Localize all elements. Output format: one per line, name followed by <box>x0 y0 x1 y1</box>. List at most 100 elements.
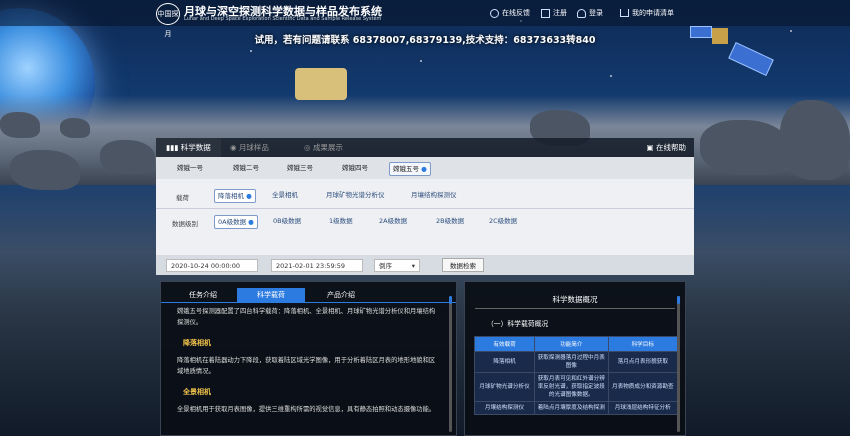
table-cell: 落月点月表形貌获取 <box>607 351 679 373</box>
level-option-2c[interactable]: 2C级数据 <box>486 215 520 227</box>
payload-option-descent-camera[interactable]: 降落相机 ● <box>214 189 256 203</box>
table-header: 功能简介 <box>534 336 609 352</box>
scrollbar[interactable] <box>677 296 680 432</box>
login-link[interactable]: 登录 <box>577 8 603 18</box>
scrollbar-thumb[interactable] <box>677 296 680 304</box>
rock-icon: ◉ <box>230 143 239 152</box>
mission-tab-ce5[interactable]: 嫦娥五号 ● <box>389 162 431 176</box>
scrollbar[interactable] <box>449 296 452 432</box>
order-value: 倒序 <box>379 262 392 270</box>
tab-task-intro[interactable]: 任务介绍 <box>175 288 231 302</box>
payload-option-regolith-radar[interactable]: 月壤结构探测仪 <box>408 189 460 201</box>
close-icon[interactable]: ● <box>248 218 254 226</box>
medal-icon: ◎ <box>304 143 313 152</box>
search-row: 2020-10-24 00:00:00 2021-02-01 23:59:59 … <box>156 255 694 275</box>
cart-link[interactable]: 我的申请清单 <box>620 8 674 18</box>
table-row: 月壤结构探测仪 着陆点月壤厚度及结构探测 月球浅层结构特征分析 <box>473 401 679 415</box>
level-option-0b[interactable]: 0B级数据 <box>270 215 304 227</box>
section-text-panoramic-camera: 全景相机用于获取月表图像，提供三维重构所需的视觉信息，具有静态拍照和动态摄像功能… <box>177 406 436 413</box>
level-option-2a[interactable]: 2A级数据 <box>376 215 410 227</box>
end-date-input[interactable]: 2021-02-01 23:59:59 <box>271 259 363 272</box>
rock <box>700 120 790 175</box>
table-row: 降落相机 获取探测器落月过程中月表图像 落月点月表形貌获取 <box>473 351 679 373</box>
globe-icon <box>490 8 499 18</box>
chevron-down-icon: ▾ <box>411 262 415 270</box>
intro-paragraph: 嫦娥五号探测器配置了四台科学载荷：降落相机、全景相机、月球矿物光谱分析仪和月壤结… <box>177 308 436 326</box>
rock <box>60 118 90 138</box>
section-text-descent-camera: 降落相机在着陆器动力下降段，获取着陆区域光学图像，用于分析着陆区月表的地形地貌和… <box>177 357 436 375</box>
mission-tabs: 嫦娥一号 嫦娥二号 嫦娥三号 嫦娥四号 嫦娥五号 ● <box>156 157 694 179</box>
table-cell: 获取月表可见和红外谱分辨率反射光谱，获取指定波段的光谱图像数据。 <box>534 372 609 402</box>
top-header: 中国探月 月球与深空探测科学数据与样品发布系统 Lunar and Deep S… <box>0 0 850 38</box>
cart-icon <box>620 9 629 17</box>
contact-info: 试用，若有问题请联系 68378007,68379139,技术支持：683736… <box>254 35 596 46</box>
tab-label: 科学数据 <box>180 143 211 152</box>
chart-icon: ▮▮▮ <box>166 143 181 152</box>
rock <box>10 150 80 190</box>
satellite-panel <box>728 41 774 77</box>
section-title-descent-camera: 降落相机 <box>183 339 211 347</box>
register-link[interactable]: 注册 <box>541 8 567 18</box>
feedback-link[interactable]: 在线反馈 <box>490 8 530 18</box>
register-label: 注册 <box>553 9 567 17</box>
mission-label: 嫦娥五号 <box>393 165 419 173</box>
payload-option-panoramic-camera[interactable]: 全景相机 <box>269 189 301 201</box>
user-icon <box>577 8 586 18</box>
option-label: 0A级数据 <box>218 218 247 226</box>
login-label: 登录 <box>589 9 603 17</box>
table-cell: 月表物质成分和资源勘查 <box>607 372 679 402</box>
tab-label: 成果展示 <box>312 143 343 152</box>
scrollbar-thumb[interactable] <box>449 296 452 304</box>
star <box>250 50 252 52</box>
divider <box>475 308 675 309</box>
table-header: 科学目标 <box>607 336 679 352</box>
tab-product-intro[interactable]: 产品介绍 <box>311 288 371 302</box>
payload-option-spectrometer[interactable]: 月球矿物光谱分析仪 <box>323 189 388 201</box>
help-label: 在线帮助 <box>656 143 686 152</box>
table-header: 有效载荷 <box>473 336 536 352</box>
mission-tab-ce2[interactable]: 嫦娥二号 <box>230 162 262 174</box>
cnsa-logo[interactable]: 中国探月 <box>156 3 180 38</box>
rover-image <box>295 68 347 100</box>
site-title-en: Lunar and Deep Space Exploration Scienti… <box>184 16 382 22</box>
filter-panel: 嫦娥一号 嫦娥二号 嫦娥三号 嫦娥四号 嫦娥五号 ● 载荷 降落相机 ● 全景相… <box>156 157 694 275</box>
mission-tab-ce1[interactable]: 嫦娥一号 <box>174 162 206 174</box>
tab-science-data[interactable]: ▮▮▮ 科学数据 <box>156 138 221 159</box>
table-cell: 月球浅层结构特征分析 <box>607 401 679 415</box>
payload-table: 有效载荷 功能简介 科学目标 降落相机 获取探测器落月过程中月表图像 落月点月表… <box>473 336 679 415</box>
book-icon: ▣ <box>646 143 656 152</box>
star <box>610 75 612 77</box>
document-icon <box>541 8 550 18</box>
table-cell: 月球矿物光谱分析仪 <box>473 372 536 402</box>
rock <box>780 100 850 180</box>
help-link[interactable]: ▣ 在线帮助 <box>647 138 686 157</box>
level-option-0a[interactable]: 0A级数据 ● <box>214 215 258 229</box>
close-icon[interactable]: ● <box>421 165 427 173</box>
level-label: 数据级别 <box>172 220 198 228</box>
level-option-1[interactable]: 1级数据 <box>326 215 356 227</box>
overview-title: 科学数据概况 <box>552 295 598 304</box>
table-cell: 获取探测器落月过程中月表图像 <box>534 351 609 373</box>
option-label: 降落相机 <box>218 192 244 200</box>
info-body: 嫦娥五号探测器配置了四台科学载荷：降落相机、全景相机、月球矿物光谱分析仪和月壤结… <box>177 306 437 415</box>
data-search-button[interactable]: 数据检索 <box>442 258 484 272</box>
rock <box>100 140 155 174</box>
mission-tab-ce4[interactable]: 嫦娥四号 <box>339 162 371 174</box>
level-option-2b[interactable]: 2B级数据 <box>433 215 467 227</box>
start-date-input[interactable]: 2020-10-24 00:00:00 <box>166 259 258 272</box>
table-cell: 降落相机 <box>473 351 536 373</box>
info-card: 任务介绍 科学载荷 产品介绍 嫦娥五号探测器配置了四台科学载荷：降落相机、全景相… <box>160 281 457 436</box>
order-select[interactable]: 倒序 ▾ <box>374 259 420 272</box>
rock <box>0 112 40 138</box>
mission-tab-ce3[interactable]: 嫦娥三号 <box>284 162 316 174</box>
divider <box>156 208 694 209</box>
payload-label: 载荷 <box>176 194 189 202</box>
feedback-label: 在线反馈 <box>502 9 530 17</box>
tab-achievements[interactable]: ◎ 成果展示 <box>294 138 353 157</box>
tab-lunar-samples[interactable]: ◉ 月球样品 <box>220 138 279 157</box>
table-cell: 着陆点月壤厚度及结构探测 <box>534 401 609 415</box>
table-row: 月球矿物光谱分析仪 获取月表可见和红外谱分辨率反射光谱，获取指定波段的光谱图像数… <box>473 372 679 402</box>
tab-science-payload[interactable]: 科学载荷 <box>237 288 305 302</box>
section-title-panoramic-camera: 全景相机 <box>183 388 211 396</box>
close-icon[interactable]: ● <box>246 192 252 200</box>
